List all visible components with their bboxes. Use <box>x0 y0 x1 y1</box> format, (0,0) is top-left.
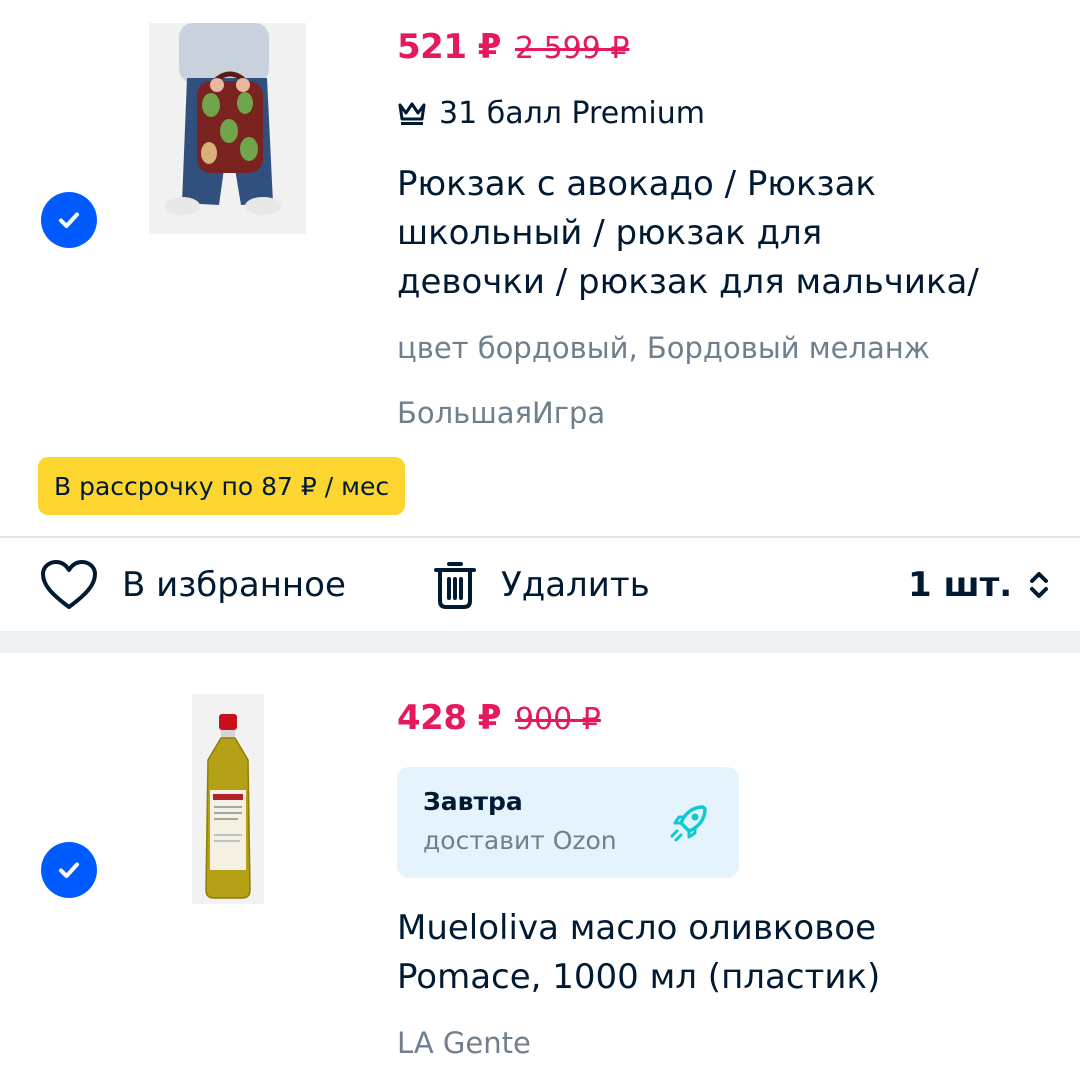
quantity-selector[interactable]: 1 шт. <box>908 557 1050 613</box>
product-image-olive-oil[interactable] <box>192 694 264 904</box>
delivery-badge: Завтра доставит Ozon <box>397 767 739 878</box>
checkmark-icon <box>59 862 79 878</box>
price-row: 428 ₽ 900 ₽ <box>397 698 601 738</box>
price-row: 521 ₽ 2 599 ₽ <box>397 27 629 67</box>
favorite-label: В избранное <box>122 565 346 605</box>
chevron-up-down-icon <box>1030 572 1049 598</box>
item-checkbox[interactable] <box>41 192 97 248</box>
seller-name[interactable]: БольшаяИгра <box>397 396 605 430</box>
product-title[interactable]: Mueloliva масло оливковое Pomace, 1000 м… <box>397 904 1057 1002</box>
seller-name[interactable]: LA Gente <box>397 1026 531 1060</box>
item-checkbox[interactable] <box>41 842 97 898</box>
divider <box>0 536 1080 538</box>
quantity-label: 1 шт. <box>908 565 1013 605</box>
title-line: Рюкзак с авокадо / Рюкзак <box>397 164 876 204</box>
installment-badge[interactable]: В рассрочку по 87 ₽ / мес <box>38 457 406 515</box>
bonus-points: 31 балл Premium <box>397 96 705 131</box>
trash-icon <box>434 562 476 609</box>
section-separator <box>0 631 1080 653</box>
rocket-icon <box>670 805 707 842</box>
favorite-button[interactable]: В избранное <box>40 557 346 613</box>
checkmark-icon <box>59 212 79 228</box>
title-line: Pomace, 1000 мл (пластик) <box>397 957 881 997</box>
product-image-backpack[interactable] <box>149 23 306 234</box>
delete-button[interactable]: Удалить <box>433 557 650 613</box>
current-price: 428 ₽ <box>397 698 501 738</box>
bonus-text: 31 балл Premium <box>439 96 705 131</box>
old-price: 900 ₽ <box>514 702 601 737</box>
crown-icon <box>398 102 426 125</box>
current-price: 521 ₽ <box>397 27 501 67</box>
title-line: Mueloliva масло оливковое <box>397 908 876 948</box>
delete-label: Удалить <box>501 565 650 605</box>
oil-bottle-image <box>192 694 264 904</box>
backpack-image <box>149 23 306 234</box>
old-price: 2 599 ₽ <box>514 31 630 66</box>
title-line: школьный / рюкзак для <box>397 213 823 253</box>
product-color: цвет бордовый, Бордовый меланж <box>397 331 930 365</box>
heart-icon <box>41 560 97 609</box>
product-title[interactable]: Рюкзак с авокадо / Рюкзак школьный / рюк… <box>397 160 1057 307</box>
title-line: девочки / рюкзак для мальчика/ <box>397 262 979 302</box>
